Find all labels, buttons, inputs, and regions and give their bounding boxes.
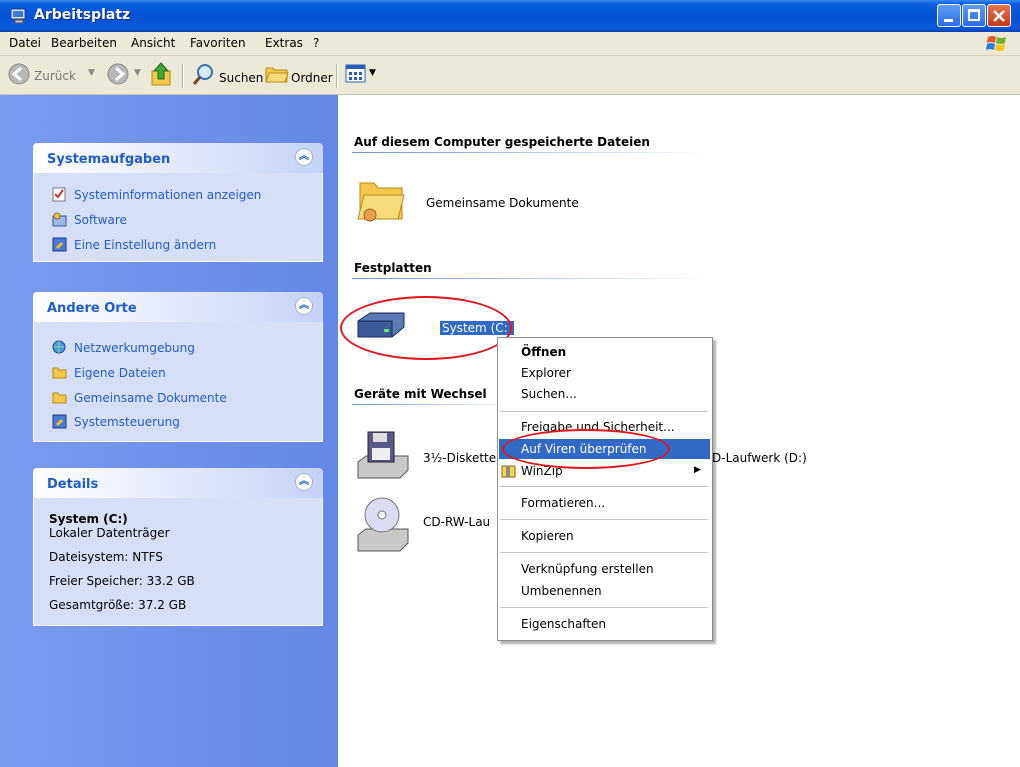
views-dropdown-icon[interactable]: ▼ bbox=[369, 68, 376, 78]
menu-item-winzip[interactable]: WinZip bbox=[521, 464, 563, 478]
folder-icon bbox=[357, 182, 405, 222]
forward-icon[interactable] bbox=[107, 63, 129, 85]
panel-system-tasks: Systeminformationen anzeigen Software Ei… bbox=[33, 173, 323, 262]
panel-header-system-tasks[interactable]: Systemaufgaben ︽ bbox=[33, 143, 323, 173]
submenu-arrow-icon: ▶ bbox=[694, 465, 701, 475]
menu-item-open[interactable]: Öffnen bbox=[521, 345, 566, 359]
window-title: Arbeitsplatz bbox=[34, 7, 131, 23]
menu-item-virus-scan[interactable]: Auf Viren überprüfen bbox=[521, 442, 647, 456]
minimize-button[interactable] bbox=[937, 4, 961, 27]
forward-dropdown-icon[interactable]: ▼ bbox=[134, 68, 141, 78]
menu-item-sharing[interactable]: Freigabe und Sicherheit... bbox=[521, 420, 675, 434]
menu-item-properties[interactable]: Eigenschaften bbox=[521, 617, 606, 631]
item-cdrw[interactable]: CD-RW-Lau bbox=[356, 495, 496, 553]
context-menu: Öffnen Explorer Suchen... Freigabe und S… bbox=[497, 337, 713, 641]
search-button[interactable]: Suchen bbox=[219, 71, 263, 85]
title-bar[interactable] bbox=[0, 0, 1020, 32]
details-type: Lokaler Datenträger bbox=[49, 526, 170, 540]
close-icon bbox=[993, 10, 1005, 22]
back-button[interactable]: Zurück bbox=[34, 69, 76, 83]
network-icon bbox=[52, 340, 66, 354]
folders-icon[interactable] bbox=[265, 64, 289, 84]
control-panel-icon bbox=[52, 414, 67, 429]
menu-bar: Datei Bearbeiten Ansicht Favoriten Extra… bbox=[0, 32, 1020, 56]
floppy-label: 3½-Diskette bbox=[423, 451, 497, 465]
task-pane: Systemaufgaben ︽ Systeminformationen anz… bbox=[0, 95, 338, 767]
close-button[interactable] bbox=[987, 4, 1011, 27]
folder-icon bbox=[52, 392, 67, 404]
windows-logo-icon bbox=[986, 36, 1006, 51]
software-icon bbox=[52, 212, 67, 227]
winzip-icon bbox=[501, 465, 516, 478]
folder-up-icon[interactable] bbox=[150, 61, 174, 87]
menu-favoriten[interactable]: Favoriten bbox=[190, 36, 246, 50]
search-icon[interactable] bbox=[192, 62, 216, 86]
panel-details: System (C:) Lokaler Datenträger Dateisys… bbox=[33, 498, 323, 626]
toolbar: Zurück ▼ ▼ Suchen Ordner ▼ bbox=[0, 56, 1020, 95]
collapse-icon[interactable]: ︽ bbox=[295, 148, 313, 166]
group-header-files: Auf diesem Computer gespeicherte Dateien bbox=[354, 135, 650, 149]
panel-title: Andere Orte bbox=[47, 301, 137, 316]
menu-ansicht[interactable]: Ansicht bbox=[131, 36, 175, 50]
menu-extras[interactable]: Extras bbox=[265, 36, 303, 50]
cdrw-label: CD-RW-Lau bbox=[423, 515, 491, 529]
shared-docs-label: Gemeinsame Dokumente bbox=[426, 196, 579, 210]
item-floppy[interactable]: 3½-Diskette bbox=[356, 430, 496, 480]
control-panel-icon bbox=[52, 237, 67, 252]
back-dropdown-icon[interactable]: ▼ bbox=[88, 68, 95, 78]
menu-item-format[interactable]: Formatieren... bbox=[521, 496, 605, 510]
computer-icon bbox=[10, 8, 26, 24]
details-total-size: Gesamtgröße: 37.2 GB bbox=[49, 598, 187, 612]
menu-help[interactable]: ? bbox=[313, 36, 319, 50]
menu-item-copy[interactable]: Kopieren bbox=[521, 529, 574, 543]
floppy-drive-icon bbox=[357, 431, 409, 479]
views-icon[interactable] bbox=[345, 64, 367, 84]
details-name: System (C:) bbox=[49, 512, 128, 526]
hard-disk-icon bbox=[357, 312, 405, 338]
details-free-space: Freier Speicher: 33.2 GB bbox=[49, 574, 195, 588]
dvd-drive-label[interactable]: D-Laufwerk (D:) bbox=[712, 451, 807, 465]
back-icon[interactable] bbox=[8, 63, 30, 85]
panel-title: Systemaufgaben bbox=[47, 152, 171, 167]
panel-header-details[interactable]: Details ︽ bbox=[33, 468, 323, 498]
cd-drive-icon bbox=[357, 497, 409, 552]
checklist-icon bbox=[52, 187, 66, 202]
panel-header-other-places[interactable]: Andere Orte ︽ bbox=[33, 292, 323, 322]
menu-item-search[interactable]: Suchen... bbox=[521, 387, 577, 401]
menu-item-rename[interactable]: Umbenennen bbox=[521, 584, 602, 598]
item-shared-documents[interactable]: Gemeinsame Dokumente bbox=[356, 175, 716, 233]
menu-item-explorer[interactable]: Explorer bbox=[521, 366, 571, 380]
collapse-icon[interactable]: ︽ bbox=[295, 297, 313, 315]
panel-other-places: Netzwerkumgebung Eigene Dateien Gemeinsa… bbox=[33, 322, 323, 442]
drive-c-label: System (C:) bbox=[440, 321, 515, 335]
collapse-icon[interactable]: ︽ bbox=[295, 473, 313, 491]
folder-icon bbox=[52, 367, 67, 379]
group-header-removable: Geräte mit Wechsel bbox=[354, 387, 487, 401]
folders-button[interactable]: Ordner bbox=[291, 71, 333, 85]
maximize-button[interactable] bbox=[962, 4, 986, 27]
panel-title: Details bbox=[47, 477, 99, 492]
menu-item-create-shortcut[interactable]: Verknüpfung erstellen bbox=[521, 562, 654, 576]
menu-bearbeiten[interactable]: Bearbeiten bbox=[51, 36, 117, 50]
menu-datei[interactable]: Datei bbox=[9, 36, 41, 50]
details-filesystem: Dateisystem: NTFS bbox=[49, 550, 163, 564]
group-header-disks: Festplatten bbox=[354, 261, 432, 275]
